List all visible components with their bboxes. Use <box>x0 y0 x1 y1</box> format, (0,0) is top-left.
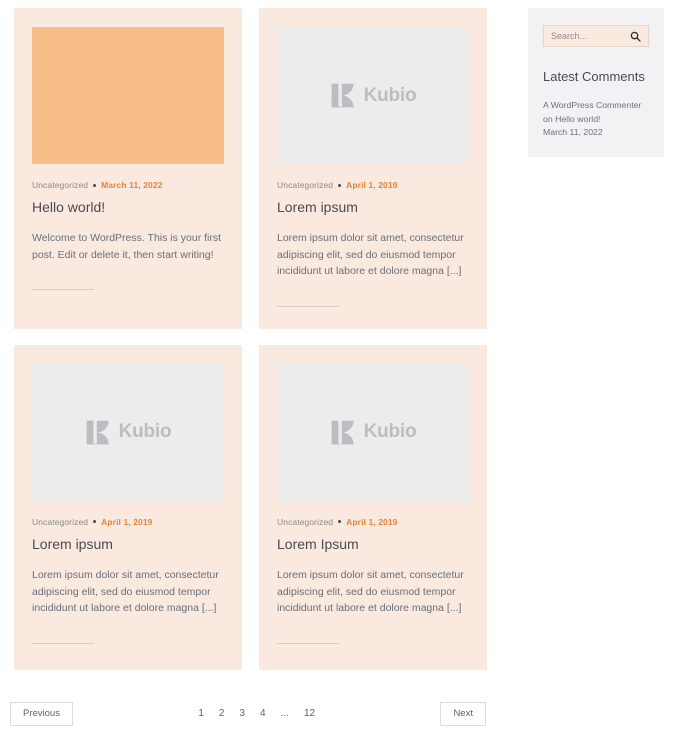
latest-comments-heading: Latest Comments <box>543 69 645 84</box>
meta-separator-dot <box>93 183 97 187</box>
post-divider <box>32 289 94 291</box>
post-divider <box>32 642 94 644</box>
post-title[interactable]: Lorem ipsum <box>277 198 469 216</box>
kubio-mark-icon <box>331 420 354 445</box>
posts-grid: Uncategorized March 11, 2022 Hello world… <box>14 8 487 670</box>
post-meta: Uncategorized April 1, 2019 <box>32 517 224 527</box>
pagination-next-button[interactable]: Next <box>440 702 486 726</box>
post-meta: Uncategorized March 11, 2022 <box>32 180 224 190</box>
post-title[interactable]: Hello world! <box>32 198 224 216</box>
meta-separator-dot <box>338 520 342 524</box>
post-meta: Uncategorized April 1, 2019 <box>277 180 469 190</box>
kubio-logo: Kubio <box>330 419 417 446</box>
meta-separator-dot <box>338 183 342 187</box>
post-excerpt: Lorem ipsum dolor sit amet, consectetur … <box>277 569 464 615</box>
post-title[interactable]: Lorem ipsum <box>32 535 224 553</box>
post-date[interactable]: April 1, 2019 <box>346 180 397 190</box>
pagination-page-3[interactable]: 3 <box>239 708 245 719</box>
pagination-page-last[interactable]: 12 <box>304 708 315 719</box>
post-date[interactable]: April 1, 2019 <box>346 517 397 527</box>
main-content: Uncategorized March 11, 2022 Hello world… <box>0 0 500 753</box>
pagination-page-1[interactable]: 1 <box>198 708 204 719</box>
pagination-previous-button[interactable]: Previous <box>10 702 73 726</box>
pagination-page-4[interactable]: 4 <box>260 708 266 719</box>
pagination-number-list: 1 2 3 4 ... 12 <box>198 707 315 719</box>
post-divider <box>277 305 339 307</box>
post-category[interactable]: Uncategorized <box>277 517 333 527</box>
kubio-mark-icon <box>86 420 109 445</box>
blog-archive-page: Uncategorized March 11, 2022 Hello world… <box>0 0 673 753</box>
kubio-logo-text: Kubio <box>118 421 172 443</box>
pagination: Previous 1 2 3 4 ... 12 Next <box>10 702 486 726</box>
post-card[interactable]: Kubio Uncategorized April 1, 2019 Lorem … <box>14 344 242 670</box>
kubio-mark-icon <box>331 83 354 108</box>
meta-separator-dot <box>93 520 97 524</box>
comment-list-item[interactable]: A WordPress Commenter on Hello world! <box>543 99 649 126</box>
post-thumbnail[interactable]: Kubio <box>277 27 469 164</box>
post-thumbnail[interactable]: Kubio <box>32 363 224 501</box>
pagination-page-2[interactable]: 2 <box>219 708 225 719</box>
kubio-logo-text: Kubio <box>363 84 417 106</box>
post-title[interactable]: Lorem Ipsum <box>277 535 469 553</box>
search-icon[interactable] <box>630 31 641 42</box>
kubio-logo-text: Kubio <box>363 421 417 443</box>
post-card[interactable]: Kubio Uncategorized April 1, 2019 Lorem … <box>259 344 487 670</box>
post-excerpt: Lorem ipsum dolor sit amet, consectetur … <box>277 232 464 278</box>
post-card[interactable]: Kubio Uncategorized April 1, 2019 Lorem … <box>259 8 487 329</box>
search-box[interactable] <box>543 25 649 47</box>
pagination-ellipsis: ... <box>280 707 289 719</box>
post-category[interactable]: Uncategorized <box>32 517 88 527</box>
post-thumbnail[interactable] <box>32 27 224 164</box>
comment-date: March 11, 2022 <box>543 127 603 138</box>
post-date[interactable]: April 1, 2019 <box>101 517 152 527</box>
post-date[interactable]: March 11, 2022 <box>101 180 162 190</box>
post-divider <box>277 642 339 644</box>
post-excerpt: Lorem ipsum dolor sit amet, consectetur … <box>32 569 219 615</box>
kubio-logo: Kubio <box>85 419 172 446</box>
post-excerpt: Welcome to WordPress. This is your first… <box>32 232 222 261</box>
post-category[interactable]: Uncategorized <box>32 180 88 190</box>
post-thumbnail[interactable]: Kubio <box>277 363 469 501</box>
kubio-logo: Kubio <box>330 82 417 109</box>
sidebar: Latest Comments A WordPress Commenter on… <box>528 8 664 158</box>
post-meta: Uncategorized April 1, 2019 <box>277 517 469 527</box>
post-category[interactable]: Uncategorized <box>277 180 333 190</box>
post-card[interactable]: Uncategorized March 11, 2022 Hello world… <box>14 8 242 329</box>
search-input[interactable] <box>551 31 626 41</box>
